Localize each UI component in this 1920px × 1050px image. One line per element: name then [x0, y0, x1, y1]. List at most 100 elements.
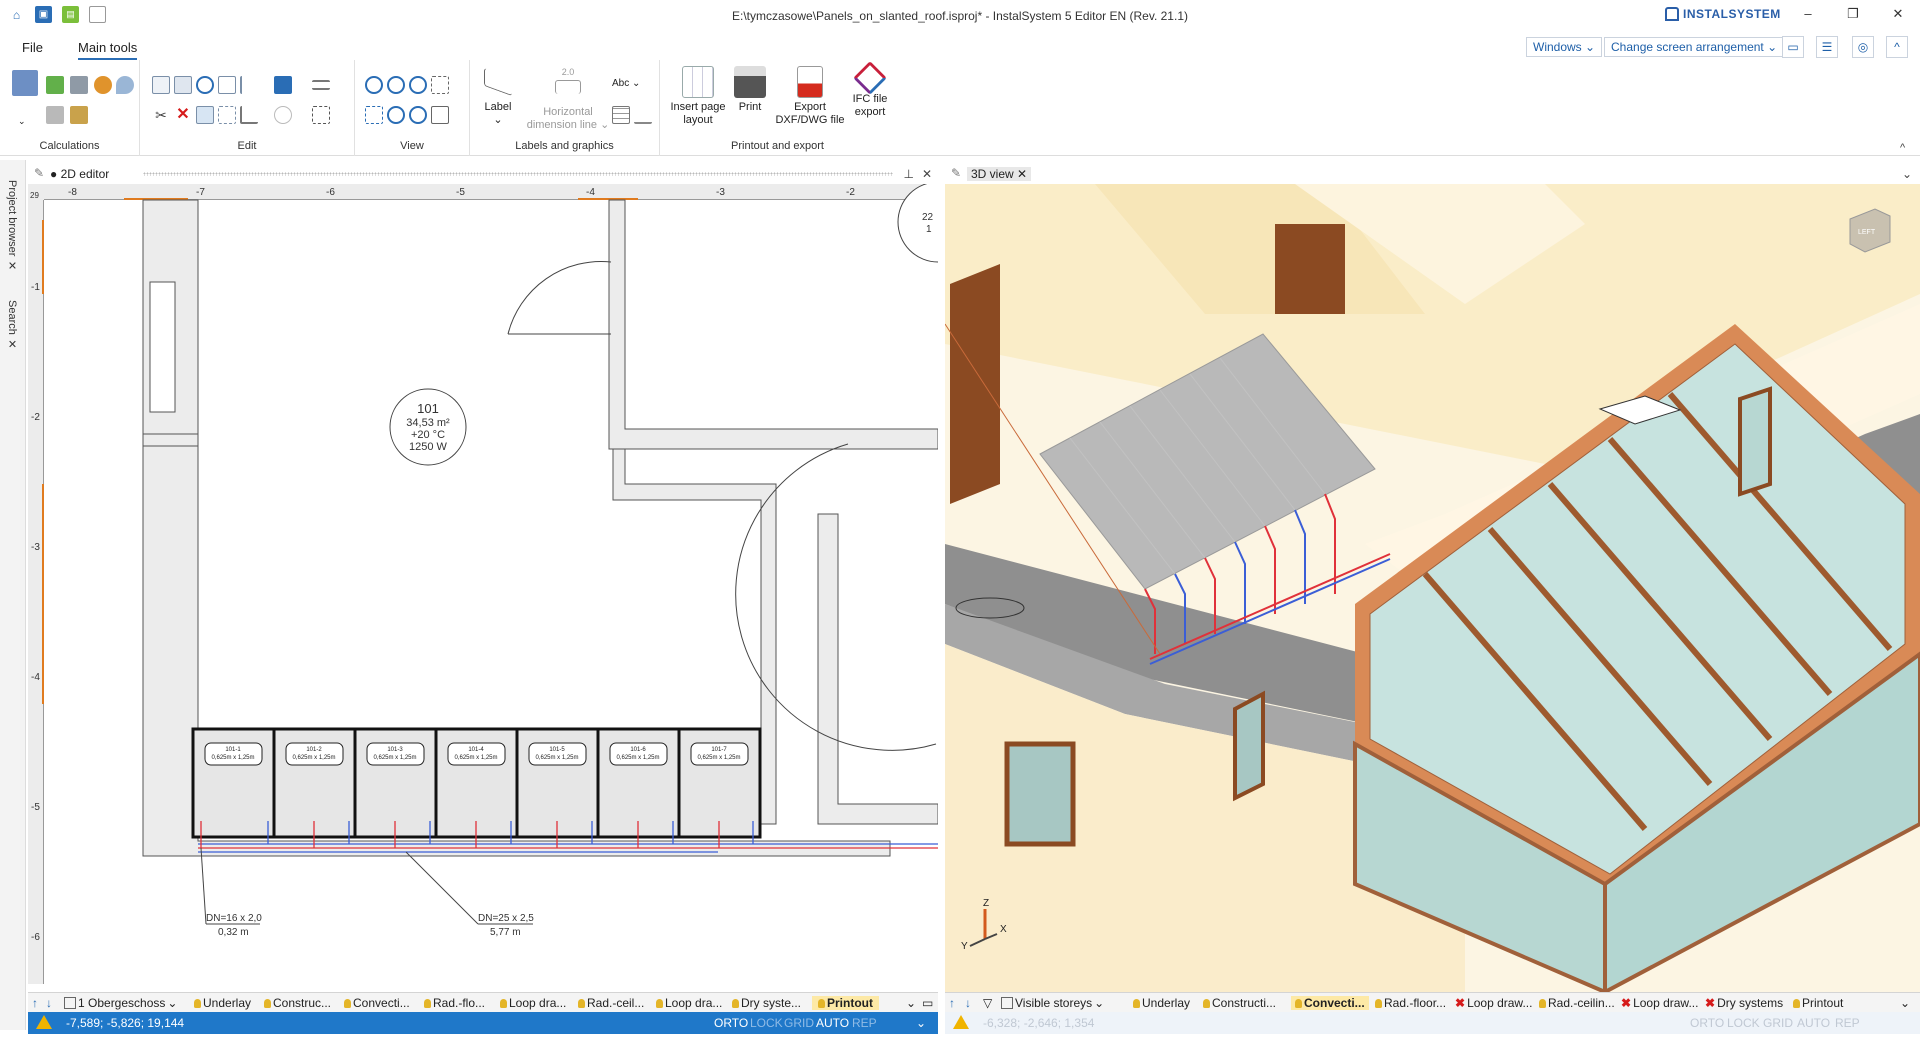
visible-storeys-dropdown[interactable]: Visible storeys ⌄ [1001, 996, 1104, 1010]
chevron-down-icon[interactable]: ⌄ [1900, 996, 1910, 1010]
project-browser-tab[interactable]: Project browser ✕ [6, 180, 19, 272]
cut-icon[interactable]: ✂ [152, 106, 170, 124]
scene-3d[interactable]: LEFT Z Y X [945, 184, 1920, 992]
export-dxf-dwg-button[interactable]: Export DXF/DWG file [772, 66, 848, 127]
select-area-icon[interactable] [312, 106, 330, 124]
help-icon[interactable]: ◎ [1852, 36, 1874, 58]
calculation-table-icon[interactable] [12, 70, 38, 96]
layer-tab[interactable]: Rad.-ceilin... [1539, 996, 1615, 1010]
monitor-icon[interactable]: ▭ [1782, 36, 1804, 58]
drawing-canvas-2d[interactable]: 29 -8 -7 -6 -5 -4 -3 -2 -1 -2 -3 -4 -5 -… [28, 184, 938, 984]
arrow-graphic-icon[interactable] [634, 106, 652, 124]
warning-icon[interactable] [36, 1015, 52, 1029]
layer-tab-convection[interactable]: Convecti... [1291, 996, 1369, 1010]
auto-toggle[interactable]: AUTO [816, 1016, 849, 1030]
rotate-icon[interactable] [274, 106, 292, 124]
zoom-out-icon[interactable] [387, 76, 405, 94]
properties-icon[interactable] [274, 76, 292, 94]
close-button[interactable]: ✕ [1890, 6, 1906, 22]
minimize-button[interactable]: – [1800, 6, 1816, 21]
chevron-down-icon[interactable]: ⌄ [906, 996, 916, 1010]
zoom-window-icon[interactable] [409, 76, 427, 94]
layer-tab[interactable]: Underlay [194, 996, 251, 1010]
layer-tab[interactable]: Dry syste... [732, 996, 801, 1010]
zoom-all-icon[interactable] [431, 106, 449, 124]
layer-tab[interactable]: Underlay [1133, 996, 1190, 1010]
arrow-down-icon[interactable]: ↓ [965, 996, 971, 1010]
layer-settings-icon[interactable]: ▭ [922, 996, 933, 1010]
calculation-color-icon[interactable] [94, 76, 112, 94]
layer-tab[interactable]: ✖ Loop draw... [1621, 996, 1698, 1010]
calculations-more-icon[interactable]: ⌄ [18, 116, 28, 126]
menu-main-tools[interactable]: Main tools [78, 40, 138, 60]
layer-tab[interactable]: Printout [1793, 996, 1843, 1010]
move-icon[interactable] [218, 106, 236, 124]
orto-toggle[interactable]: ORTO [1690, 1016, 1724, 1030]
print-button[interactable]: Print [730, 66, 770, 114]
windows-dropdown[interactable]: Windows ⌄ [1526, 37, 1603, 57]
mirror-icon[interactable] [196, 106, 214, 124]
insert-page-layout-button[interactable]: Insert page layout [668, 66, 728, 127]
collapse-ribbon-button[interactable]: ^ [1886, 36, 1908, 58]
layer-tab[interactable]: Loop dra... [656, 996, 722, 1010]
rep-toggle[interactable]: REP [1835, 1016, 1860, 1030]
arrow-down-icon[interactable]: ↓ [46, 996, 52, 1010]
align-icon[interactable] [240, 76, 250, 94]
calculation-material-icon[interactable] [70, 106, 88, 124]
lock-toggle[interactable]: LOCK [1727, 1016, 1760, 1030]
filter-icon[interactable]: ▽ [983, 996, 992, 1010]
lock-toggle[interactable]: LOCK [750, 1016, 783, 1030]
arrow-up-icon[interactable]: ↑ [949, 996, 955, 1010]
calculation-water-icon[interactable] [116, 76, 134, 94]
view-3d-tab[interactable]: 3D view ✕ [967, 167, 1032, 181]
label-button[interactable]: Label ⌄ [478, 66, 518, 127]
horizontal-dimension-line-button[interactable]: 2.0 Horizontal dimension line ⌄ [518, 66, 618, 132]
editor-2d-tab[interactable]: ● 2D editor [50, 167, 109, 181]
close-editor-2d-button[interactable]: ✕ [922, 167, 932, 181]
layer-tab[interactable]: ✖ Dry systems [1705, 996, 1783, 1010]
text-style-dropdown[interactable]: Abc ⌄ [612, 78, 640, 89]
layer-tab[interactable]: Rad.-ceil... [578, 996, 644, 1010]
grid-toggle[interactable]: GRID [1763, 1016, 1793, 1030]
layer-tab[interactable]: Rad.-flo... [424, 996, 485, 1010]
database-icon[interactable]: ☰ [1816, 36, 1838, 58]
layer-tab[interactable]: Loop dra... [500, 996, 566, 1010]
layer-tab[interactable]: Convecti... [344, 996, 410, 1010]
distribute-icon[interactable] [240, 106, 258, 124]
chevron-down-icon[interactable]: ⌄ [1902, 167, 1912, 181]
paste-icon[interactable] [174, 76, 192, 94]
rep-toggle[interactable]: REP [852, 1016, 877, 1030]
zoom-in-icon[interactable] [365, 76, 383, 94]
zoom-previous-icon[interactable] [387, 106, 405, 124]
calculation-pipe-icon[interactable] [46, 106, 64, 124]
grid-icon[interactable] [218, 76, 236, 94]
warning-icon[interactable] [953, 1015, 969, 1029]
zoom-next-icon[interactable] [409, 106, 427, 124]
arrow-up-icon[interactable]: ↑ [32, 996, 38, 1010]
layer-tab-printout[interactable]: Printout [812, 996, 879, 1010]
layer-tab[interactable]: Construc... [264, 996, 331, 1010]
zoom-extents-icon[interactable] [431, 76, 449, 94]
change-screen-arrangement-dropdown[interactable]: Change screen arrangement ⌄ [1604, 37, 1785, 57]
zoom-fit-icon[interactable] [365, 106, 383, 124]
line-style-icon[interactable] [312, 80, 330, 90]
table-icon[interactable] [612, 106, 630, 124]
layer-tab[interactable]: Constructi... [1203, 996, 1276, 1010]
layer-tab[interactable]: Rad.-floor... [1375, 996, 1446, 1010]
pin-icon[interactable]: ⊥ [904, 167, 914, 181]
ribbon-collapse-button[interactable]: ^ [1900, 142, 1905, 154]
auto-toggle[interactable]: AUTO [1797, 1016, 1830, 1030]
grid-toggle[interactable]: GRID [784, 1016, 814, 1030]
restore-button[interactable]: ❐ [1845, 6, 1861, 22]
layer-tab[interactable]: ✖ Loop draw... [1455, 996, 1532, 1010]
undo-icon[interactable] [196, 76, 214, 94]
delete-icon[interactable]: ✕ [174, 106, 192, 124]
calculation-heat-icon[interactable] [46, 76, 64, 94]
search-tab[interactable]: Search ✕ [6, 300, 19, 351]
ifc-file-export-button[interactable]: IFC file export [848, 61, 892, 119]
calculation-radiator-icon[interactable] [70, 76, 88, 94]
chevron-down-icon[interactable]: ⌄ [916, 1016, 926, 1030]
menu-file[interactable]: File [22, 40, 43, 55]
orto-toggle[interactable]: ORTO [714, 1016, 748, 1030]
copy-icon[interactable] [152, 76, 170, 94]
